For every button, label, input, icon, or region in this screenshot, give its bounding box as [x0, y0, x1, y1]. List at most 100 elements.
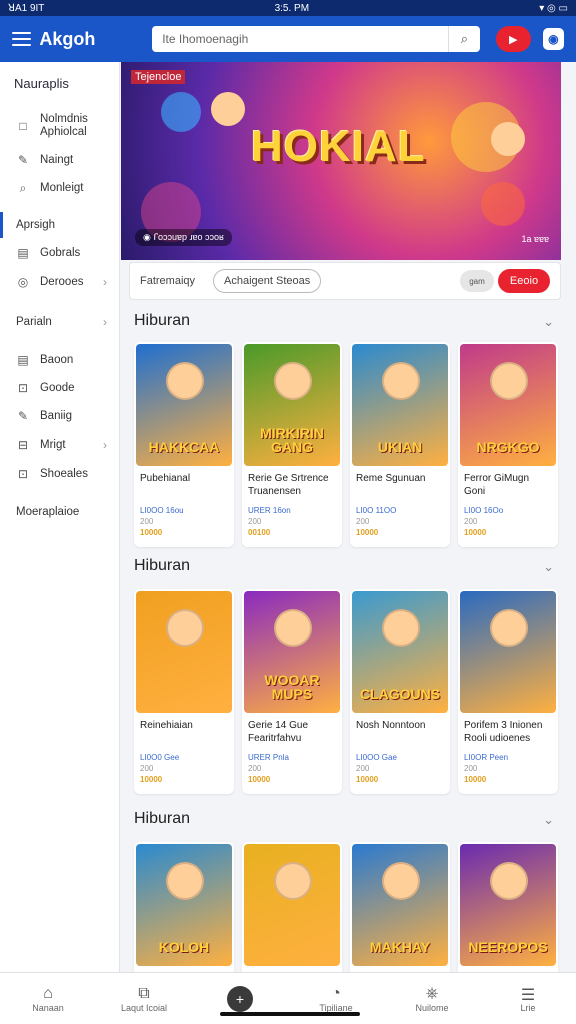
- menu-icon[interactable]: [12, 32, 32, 46]
- game-thumbnail[interactable]: WOOAR MUPS: [244, 591, 340, 713]
- thumbnail-title: MIRKIRIN GANG: [260, 425, 324, 455]
- chevron-right-icon: ›: [103, 275, 107, 289]
- sidebar-item-9[interactable]: ✎ Baniig: [0, 402, 119, 430]
- game-thumbnail[interactable]: [460, 591, 556, 713]
- chevron-down-icon[interactable]: ⌄: [543, 812, 554, 828]
- sidebar-item-label: Derooes: [40, 276, 84, 288]
- game-thumbnail[interactable]: [136, 591, 232, 713]
- game-rating: 10000: [140, 775, 163, 784]
- game-card[interactable]: Reinehiaian LI0O0 Gee 200 10000: [134, 589, 234, 794]
- chevron-down-icon[interactable]: ⌄: [543, 314, 554, 330]
- sidebar-item-5[interactable]: ◎ Derooes ›: [0, 268, 119, 296]
- game-thumbnail[interactable]: KOLOH: [136, 844, 232, 966]
- nav-label: Nanaan: [32, 1002, 64, 1013]
- home-indicator: [220, 1012, 360, 1016]
- game-card[interactable]: Porifem 3 Inionen Rooli udioenes LI0OR P…: [458, 589, 558, 794]
- edit-icon: ✎: [17, 153, 29, 167]
- thumbnail-title: NEEROPOS: [468, 939, 548, 955]
- character-face: [490, 862, 528, 900]
- character-face: [491, 122, 525, 156]
- game-thumbnail[interactable]: UKIAN: [352, 344, 448, 466]
- box-icon: ⊡: [17, 381, 29, 395]
- chevron-right-icon: ›: [103, 438, 107, 452]
- game-thumbnail[interactable]: HAKKCAA: [136, 344, 232, 466]
- search-icon[interactable]: ⌕: [447, 26, 480, 52]
- game-thumbnail[interactable]: [244, 844, 340, 966]
- game-rating: 00100: [248, 528, 271, 537]
- cta-button[interactable]: Eeoio: [498, 269, 550, 293]
- game-rating: 10000: [464, 775, 487, 784]
- sidebar-item-label: Parialn: [16, 316, 52, 328]
- thumbnail-title: UKIAN: [377, 439, 423, 455]
- game-card[interactable]: WOOAR MUPS Gerie 14 Gue Fearitrfahvu URE…: [242, 589, 342, 794]
- game-thumbnail[interactable]: MAKHAY: [352, 844, 448, 966]
- game-card[interactable]: MAKHAY: [350, 842, 450, 972]
- banner-tag: Tejencloe: [131, 70, 186, 84]
- filter-bar: Fatremaiqy Achaigent Steoas gam Eeoio: [129, 262, 561, 300]
- search-input[interactable]: Ite Ihomoenagih ⌕: [152, 26, 480, 52]
- game-card[interactable]: NEEROPOS: [458, 842, 558, 972]
- main-content: Tejencloe HOKIAL ◉ ꓩoɔɔuɐp ɹɐo ɔɔoʁ 1a ɐ…: [121, 62, 576, 972]
- game-meta: LI0O 11OO: [356, 506, 397, 515]
- game-rating: 10000: [464, 528, 487, 537]
- game-card[interactable]: HAKKCAA Pubehianal LI0OO 16ou 200 10000: [134, 342, 234, 547]
- home-icon: ⌂: [43, 984, 53, 1002]
- play-icon[interactable]: ▶: [495, 26, 531, 52]
- sidebar-item-8[interactable]: ⊡ Goode: [0, 374, 119, 402]
- banner-counter: 1a ɐɐɐ: [521, 234, 549, 244]
- game-thumbnail[interactable]: CLAGOUNS: [352, 591, 448, 713]
- sidebar-item-label: Shoeales: [40, 468, 88, 480]
- sidebar-item-6[interactable]: Parialn ›: [0, 308, 119, 336]
- game-thumbnail[interactable]: NRGKGO: [460, 344, 556, 466]
- chevron-right-icon: ›: [103, 315, 107, 329]
- clock-icon: ◔: [331, 984, 341, 1002]
- hero-banner[interactable]: Tejencloe HOKIAL ◉ ꓩoɔɔuɐp ɹɐo ɔɔoʁ 1a ɐ…: [121, 62, 561, 260]
- box-icon: ⊡: [17, 467, 29, 481]
- sidebar-item-10[interactable]: ⊟ Mrigt ›: [0, 430, 119, 460]
- filter-chip-1[interactable]: Fatremaiqy: [140, 275, 195, 287]
- filter-chip-2[interactable]: Achaigent Steoas: [213, 269, 322, 293]
- game-card[interactable]: UKIAN Reme Sgunuan LI0O 11OO 200 10000: [350, 342, 450, 547]
- sidebar-item-4[interactable]: ▤ Gobrals: [0, 238, 119, 268]
- game-card[interactable]: CLAGOUNS Nosh Nonntoon LI0OO Gae 200 100…: [350, 589, 450, 794]
- nav-create[interactable]: +: [210, 985, 270, 1012]
- sidebar-item-3[interactable]: Aprsigh: [0, 212, 119, 238]
- sidebar-item-2[interactable]: ⌕ Monleigt: [0, 174, 119, 202]
- account-icon[interactable]: ◉: [542, 28, 564, 50]
- nav-library[interactable]: ⧉ Laqut Icoial: [114, 985, 174, 1013]
- game-meta: 200: [248, 517, 262, 526]
- game-thumbnail[interactable]: MIRKIRIN GANG: [244, 344, 340, 466]
- sidebar-item-7[interactable]: ▤ Baoon: [0, 346, 119, 374]
- character-face: [490, 362, 528, 400]
- sidebar-item-label: Monleigt: [40, 182, 84, 194]
- edit-icon: ✎: [17, 409, 29, 423]
- list-icon: ▤: [17, 353, 29, 367]
- banner-subtitle: ◉ ꓩoɔɔuɐp ɹɐo ɔɔoʁ: [135, 229, 232, 246]
- sidebar-item-0[interactable]: □ Nolmdnis Aphiolcal: [0, 106, 119, 146]
- sidebar-item-12[interactable]: Moeraplaioe: [0, 500, 119, 524]
- nav-profile[interactable]: ⎈ Nuilome: [402, 985, 462, 1013]
- sidebar-item-1[interactable]: ✎ Naingt: [0, 146, 119, 174]
- nav-menu[interactable]: ☰ Lrie: [498, 985, 558, 1013]
- game-thumbnail[interactable]: NEEROPOS: [460, 844, 556, 966]
- game-title: Rerie Ge Srtrence Truanensen: [248, 473, 329, 497]
- sidebar-item-11[interactable]: ⊡ Shoeales: [0, 460, 119, 488]
- game-card[interactable]: MIRKIRIN GANG Rerie Ge Srtrence Truanens…: [242, 342, 342, 547]
- game-card[interactable]: KOLOH: [134, 842, 234, 972]
- nav-history[interactable]: ◔ Tipiliane: [306, 985, 366, 1013]
- game-meta: URER 16on: [248, 506, 291, 515]
- chevron-down-icon[interactable]: ⌄: [543, 559, 554, 575]
- section-title: Hiburan: [134, 810, 191, 827]
- game-card[interactable]: [242, 842, 342, 972]
- game-meta: 200: [140, 764, 154, 773]
- game-meta: 200: [464, 764, 478, 773]
- game-card[interactable]: NRGKGO Ferror GiMugn Goni LI0O 16Oo 200 …: [458, 342, 558, 547]
- sidebar-heading: Nauraplis: [14, 76, 69, 91]
- clock: 3:5. PM: [274, 2, 310, 14]
- toggle-switch[interactable]: gam: [460, 270, 494, 292]
- status-bar: ꓤA1 9IT 3:5. PM ▾ ◎ ▭: [0, 0, 576, 16]
- nav-home[interactable]: ⌂ Nanaan: [18, 985, 78, 1013]
- game-title: Gerie 14 Gue Fearitrfahvu: [248, 720, 309, 744]
- section-title: Hiburan: [134, 557, 191, 574]
- game-title: Reinehiaian: [140, 720, 193, 731]
